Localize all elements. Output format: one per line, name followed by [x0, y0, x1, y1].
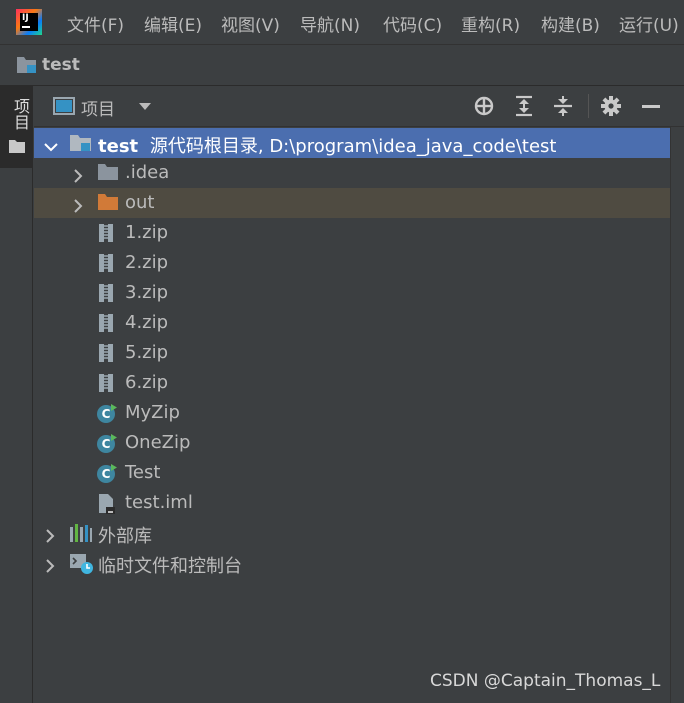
module-file-icon: [98, 493, 116, 520]
tree-item-out[interactable]: out: [34, 188, 670, 218]
project-tool-window-header: 项目: [34, 86, 684, 127]
tree-item-onezip[interactable]: C OneZip: [34, 428, 670, 458]
archive-icon: [98, 313, 114, 338]
menu-view[interactable]: 视图(V): [221, 11, 280, 36]
tree-item-label: 临时文件和控制台: [98, 556, 242, 577]
tree-item-label: 4.zip: [125, 312, 169, 333]
java-class-icon: C: [96, 433, 118, 460]
folder-icon: [9, 138, 25, 157]
project-tree: test 源代码根目录, D:\program\idea_java_code\t…: [34, 127, 670, 703]
menu-bar: IJ 文件(F) 编辑(E) 视图(V) 导航(N) 代码(C) 重构(R) 构…: [0, 0, 684, 44]
tree-item-test-class[interactable]: C Test: [34, 458, 670, 488]
tree-item-external-libraries[interactable]: 外部库: [34, 518, 670, 548]
folder-icon: [97, 163, 119, 186]
library-icon: [69, 523, 93, 548]
svg-text:C: C: [102, 407, 111, 421]
chevron-right-icon[interactable]: [72, 197, 84, 218]
tree-item-label: 5.zip: [125, 342, 169, 363]
tree-item-5-zip[interactable]: 5.zip: [34, 338, 670, 368]
tree-root-test[interactable]: test 源代码根目录, D:\program\idea_java_code\t…: [34, 128, 670, 158]
tree-item-6-zip[interactable]: 6.zip: [34, 368, 670, 398]
project-tab-label: 项目: [11, 98, 30, 130]
tree-item-myzip[interactable]: C MyZip: [34, 398, 670, 428]
archive-icon: [98, 283, 114, 308]
tree-item-scratches[interactable]: 临时文件和控制台: [34, 548, 670, 578]
hide-icon[interactable]: [640, 95, 662, 117]
chevron-right-icon[interactable]: [44, 557, 56, 578]
menu-file[interactable]: 文件(F): [67, 11, 124, 36]
menu-navigate[interactable]: 导航(N): [300, 11, 360, 36]
archive-icon: [98, 253, 114, 278]
project-view-title[interactable]: 项目: [81, 95, 115, 120]
project-folder-icon: [16, 55, 38, 79]
vertical-scrollbar[interactable]: [670, 127, 684, 703]
tree-item-1-zip[interactable]: 1.zip: [34, 218, 670, 248]
gear-icon[interactable]: [600, 95, 622, 117]
chevron-right-icon[interactable]: [44, 527, 56, 548]
tree-item-label: 1.zip: [125, 222, 169, 243]
expand-all-icon[interactable]: [513, 95, 535, 117]
chevron-down-icon[interactable]: [137, 98, 153, 117]
menu-edit[interactable]: 编辑(E): [144, 11, 202, 36]
tree-item-label: out: [125, 192, 155, 213]
menu-build[interactable]: 构建(B): [541, 11, 600, 36]
intellij-logo-icon: IJ: [16, 9, 42, 35]
tree-item-label: 6.zip: [125, 372, 169, 393]
left-tool-stripe: 项目: [0, 86, 33, 703]
navigation-bar: test: [0, 44, 684, 86]
project-view-icon: [53, 97, 75, 119]
watermark-text: CSDN @Captain_Thomas_L: [430, 671, 661, 691]
archive-icon: [98, 373, 114, 398]
project-tool-tab[interactable]: 项目: [0, 86, 32, 168]
chevron-right-icon[interactable]: [72, 167, 84, 188]
tree-item-label: 2.zip: [125, 252, 169, 273]
java-class-icon: C: [96, 463, 118, 490]
tree-item-label: OneZip: [125, 432, 191, 453]
chevron-down-icon[interactable]: [44, 137, 58, 158]
tree-item-2-zip[interactable]: 2.zip: [34, 248, 670, 278]
tree-item-label: .idea: [125, 162, 170, 183]
module-folder-icon: [69, 133, 93, 158]
archive-icon: [98, 223, 114, 248]
root-detail: 源代码根目录, D:\program\idea_java_code\test: [149, 136, 557, 157]
tree-item-idea[interactable]: .idea: [34, 158, 670, 188]
archive-icon: [98, 343, 114, 368]
svg-text:C: C: [102, 467, 111, 481]
tree-item-3-zip[interactable]: 3.zip: [34, 278, 670, 308]
scratches-icon: [69, 553, 95, 580]
tree-item-4-zip[interactable]: 4.zip: [34, 308, 670, 338]
excluded-folder-icon: [97, 193, 119, 216]
tree-item-label: MyZip: [125, 402, 180, 423]
menu-refactor[interactable]: 重构(R): [461, 11, 520, 36]
tree-item-label: 外部库: [98, 526, 152, 547]
svg-text:C: C: [102, 437, 111, 451]
tree-item-label: Test: [125, 462, 161, 483]
tree-item-test-iml[interactable]: test.iml: [34, 488, 670, 518]
tree-item-label: 3.zip: [125, 282, 169, 303]
root-name: test: [98, 136, 139, 157]
breadcrumb-project[interactable]: test: [42, 55, 80, 75]
menu-run[interactable]: 运行(U): [619, 11, 679, 36]
collapse-all-icon[interactable]: [552, 95, 574, 117]
java-class-icon: C: [96, 403, 118, 430]
tree-item-label: test.iml: [125, 492, 193, 513]
locate-icon[interactable]: [473, 95, 495, 117]
logo-text: IJ: [20, 13, 38, 31]
menu-code[interactable]: 代码(C): [383, 11, 442, 36]
toolbar-divider: [588, 94, 589, 118]
